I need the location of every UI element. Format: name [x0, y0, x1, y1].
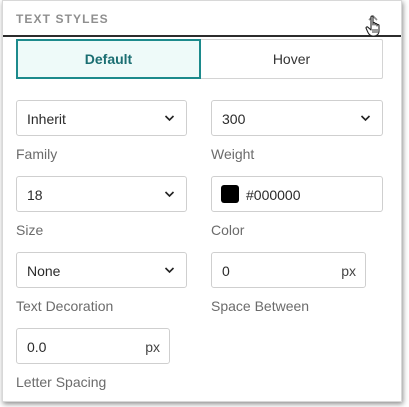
font-weight-select[interactable]: 300: [211, 100, 383, 136]
space-between-label: Space Between: [211, 298, 310, 314]
tab-default[interactable]: Default: [16, 39, 201, 79]
space-between-unit: px: [341, 263, 356, 279]
font-family-value: Inherit: [27, 111, 66, 127]
letter-spacing-label: Letter Spacing: [16, 374, 107, 390]
panel-title: TEXT STYLES: [16, 12, 109, 26]
font-size-value: 18: [27, 187, 43, 203]
space-between-input[interactable]: 0 px: [211, 252, 366, 288]
color-picker[interactable]: #000000: [211, 176, 383, 212]
text-styles-panel: TEXT STYLES Default Hover Inherit Family…: [2, 0, 402, 402]
color-label: Color: [211, 222, 245, 238]
color-value: #000000: [246, 187, 301, 203]
color-swatch[interactable]: [221, 185, 239, 203]
chevron-down-icon: [164, 115, 175, 122]
text-decoration-select[interactable]: None: [16, 252, 187, 288]
state-tabs: Default Hover: [16, 39, 383, 79]
text-decoration-label: Text Decoration: [16, 298, 114, 314]
family-label: Family: [16, 146, 58, 162]
letter-spacing-unit: px: [145, 339, 160, 355]
chevron-down-icon: [164, 267, 175, 274]
hand-pointer-icon: [365, 15, 383, 37]
panel-header[interactable]: TEXT STYLES: [3, 1, 401, 37]
size-label: Size: [16, 222, 44, 238]
text-decoration-value: None: [27, 263, 61, 279]
font-family-select[interactable]: Inherit: [16, 100, 187, 136]
tab-hover[interactable]: Hover: [201, 40, 382, 78]
chevron-down-icon: [360, 115, 371, 122]
weight-label: Weight: [211, 146, 255, 162]
font-weight-value: 300: [222, 111, 246, 127]
chevron-down-icon: [164, 191, 175, 198]
font-size-select[interactable]: 18: [16, 176, 187, 212]
letter-spacing-input[interactable]: 0.0 px: [16, 328, 170, 364]
space-between-value: 0: [222, 263, 230, 279]
letter-spacing-value: 0.0: [27, 339, 47, 355]
